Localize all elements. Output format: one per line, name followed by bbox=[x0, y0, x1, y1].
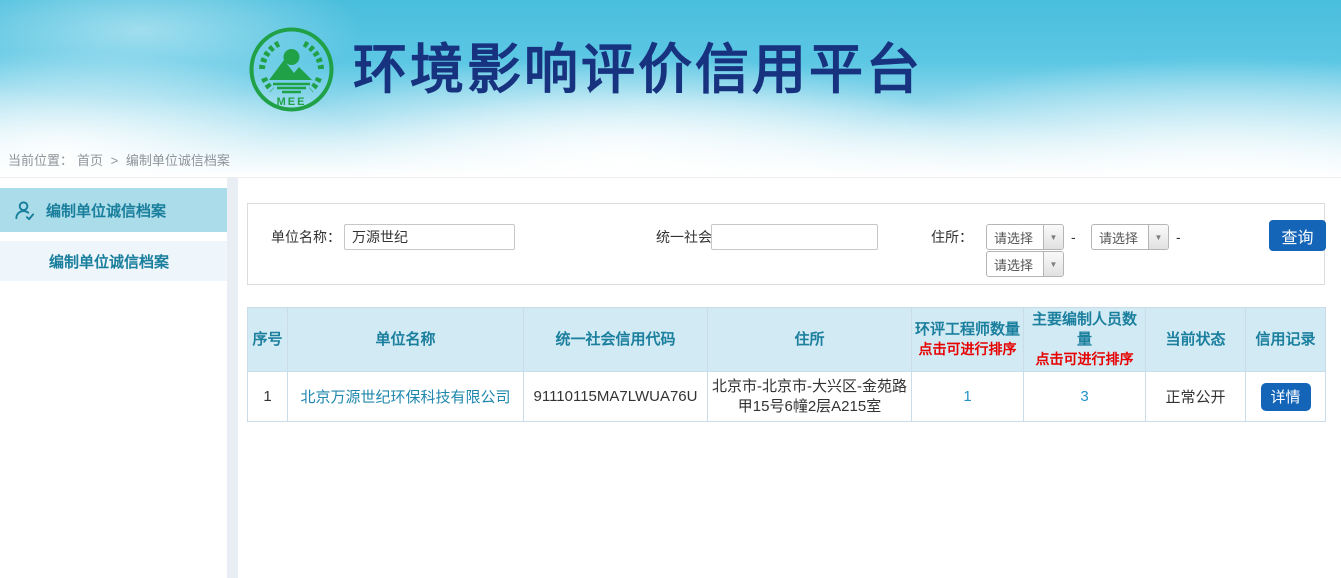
address-label: 住所： bbox=[931, 224, 973, 250]
column-header-index: 序号 bbox=[248, 308, 288, 372]
svg-text:MEE: MEE bbox=[277, 96, 307, 108]
column-header-credit-code: 统一社会信用代码 bbox=[524, 308, 708, 372]
breadcrumb-label: 当前位置： bbox=[8, 153, 73, 168]
company-name-link[interactable]: 北京万源世纪环保科技有限公司 bbox=[300, 389, 510, 406]
address-cell: 北京市-北京市-大兴区-金苑路甲15号6幢2层A215室 bbox=[708, 372, 912, 422]
sidebar-item-credit-archive[interactable]: 编制单位诚信档案 bbox=[0, 241, 227, 281]
credit-code-input[interactable] bbox=[711, 224, 878, 250]
engineer-sort-hint: 点击可进行排序 bbox=[915, 340, 1020, 359]
chevron-down-icon: ▼ bbox=[1050, 260, 1058, 269]
detail-button[interactable]: 详情 bbox=[1261, 383, 1311, 411]
staff-count-label: 主要编制人员数量 bbox=[1032, 311, 1137, 348]
column-header-credit-record: 信用记录 bbox=[1246, 308, 1326, 372]
sidebar-group-label: 编制单位诚信档案 bbox=[46, 200, 166, 221]
column-header-staff-count[interactable]: 主要编制人员数量 点击可进行排序 bbox=[1024, 308, 1146, 372]
address-city-value: 请选择 bbox=[1092, 228, 1148, 247]
page: MEE 环境影响评价信用平台 当前位置： 首页 > 编制单位诚信档案 编制单位诚信… bbox=[0, 0, 1341, 578]
column-header-company: 单位名称 bbox=[288, 308, 524, 372]
table-row: 1 北京万源世纪环保科技有限公司 91110115MA7LWUA76U 北京市-… bbox=[248, 372, 1326, 422]
breadcrumb: 当前位置： 首页 > 编制单位诚信档案 bbox=[8, 150, 234, 169]
query-button[interactable]: 查询 bbox=[1269, 220, 1326, 251]
user-check-icon bbox=[13, 199, 36, 222]
engineer-count-label: 环评工程师数量 bbox=[915, 321, 1020, 338]
column-header-engineer-count[interactable]: 环评工程师数量 点击可进行排序 bbox=[912, 308, 1024, 372]
sidebar-group-credit-archive[interactable]: 编制单位诚信档案 bbox=[0, 188, 227, 232]
city-select-arrow[interactable]: ▼ bbox=[1148, 225, 1168, 249]
chevron-down-icon: ▼ bbox=[1050, 233, 1058, 242]
sidebar-divider bbox=[227, 178, 238, 578]
unit-name-label: 单位名称： bbox=[271, 224, 341, 250]
address-province-value: 请选择 bbox=[987, 228, 1043, 247]
engineer-count-link[interactable]: 1 bbox=[963, 388, 971, 405]
sidebar: 编制单位诚信档案 编制单位诚信档案 bbox=[0, 178, 227, 578]
address-district-select[interactable]: 请选择 ▼ bbox=[986, 251, 1064, 277]
address-city-select[interactable]: 请选择 ▼ bbox=[1091, 224, 1169, 250]
page-title: 环境影响评价信用平台 bbox=[353, 27, 923, 113]
unit-name-input[interactable] bbox=[344, 224, 515, 250]
mee-logo-icon: MEE bbox=[248, 26, 335, 113]
address-district-value: 请选择 bbox=[987, 255, 1043, 274]
breadcrumb-separator: > bbox=[111, 153, 119, 168]
results-table: 序号 单位名称 统一社会信用代码 住所 环评工程师数量 点击可进行排序 主要编制… bbox=[247, 307, 1326, 422]
breadcrumb-current: 编制单位诚信档案 bbox=[126, 153, 230, 168]
sidebar-item-label: 编制单位诚信档案 bbox=[49, 251, 169, 272]
chevron-down-icon: ▼ bbox=[1155, 233, 1163, 242]
staff-sort-hint: 点击可进行排序 bbox=[1027, 350, 1142, 369]
table-header-row: 序号 单位名称 统一社会信用代码 住所 环评工程师数量 点击可进行排序 主要编制… bbox=[248, 308, 1326, 372]
search-form: 单位名称： 统一社会信用代码： 住所： 请选择 ▼ - 请选择 ▼ - 请选择 … bbox=[247, 203, 1325, 285]
province-select-arrow[interactable]: ▼ bbox=[1043, 225, 1063, 249]
breadcrumb-home-link[interactable]: 首页 bbox=[77, 153, 103, 168]
brand: MEE 环境影响评价信用平台 bbox=[248, 26, 923, 113]
address-dash-1: - bbox=[1071, 224, 1076, 250]
address-province-select[interactable]: 请选择 ▼ bbox=[986, 224, 1064, 250]
column-header-address: 住所 bbox=[708, 308, 912, 372]
status-cell: 正常公开 bbox=[1146, 372, 1246, 422]
column-header-status: 当前状态 bbox=[1146, 308, 1246, 372]
row-index-cell: 1 bbox=[248, 372, 288, 422]
staff-count-link[interactable]: 3 bbox=[1080, 388, 1088, 405]
district-select-arrow[interactable]: ▼ bbox=[1043, 252, 1063, 276]
credit-code-cell: 91110115MA7LWUA76U bbox=[524, 372, 708, 422]
address-dash-2: - bbox=[1176, 224, 1181, 250]
